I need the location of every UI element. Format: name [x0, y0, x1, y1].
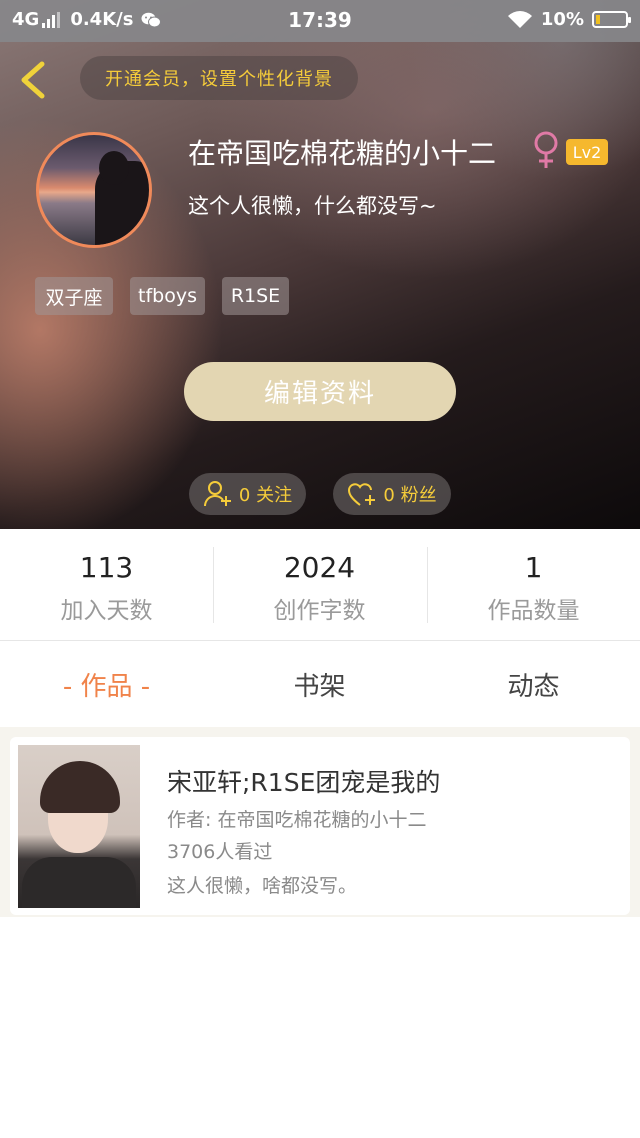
edit-profile-button[interactable]: 编辑资料 — [184, 362, 456, 421]
avatar[interactable] — [36, 132, 152, 248]
female-icon — [530, 130, 562, 170]
stat-value: 2024 — [283, 551, 356, 584]
stat-word-count: 2024 创作字数 — [213, 529, 426, 640]
chevron-left-icon — [21, 61, 45, 99]
stat-works-count: 1 作品数量 — [427, 529, 640, 640]
tag-0[interactable]: 双子座 — [35, 277, 113, 315]
tab-activity[interactable]: 动态 — [427, 641, 640, 727]
stat-label: 加入天数 — [60, 598, 153, 624]
fans-count: 0 粉丝 — [383, 485, 437, 506]
fans-button[interactable]: 0 粉丝 — [333, 473, 451, 515]
tag-1[interactable]: tfboys — [130, 277, 205, 315]
tag-2[interactable]: R1SE — [222, 277, 289, 315]
wifi-icon — [507, 10, 533, 29]
following-button[interactable]: 0 关注 — [189, 473, 306, 515]
stat-value: 1 — [524, 551, 543, 584]
profile-header: 4G 0.4K/s 17:39 10% 开通会员，设置个性化背景 在帝国吃棉花糖… — [0, 0, 640, 529]
level-badge: Lv2 — [566, 139, 608, 165]
tab-works[interactable]: - 作品 - — [0, 641, 213, 727]
battery-percent: 10% — [540, 9, 584, 30]
stats-bar: 113 加入天数 2024 创作字数 1 作品数量 — [0, 529, 640, 641]
username: 在帝国吃棉花糖的小十二 — [188, 137, 497, 170]
work-card[interactable]: 宋亚轩;R1SE团宠是我的 作者: 在帝国吃棉花糖的小十二 3706人看过 这人… — [10, 737, 630, 915]
add-user-icon — [203, 481, 231, 507]
back-button[interactable] — [14, 58, 54, 102]
stat-join-days: 113 加入天数 — [0, 529, 213, 640]
work-author: 作者: 在帝国吃棉花糖的小十二 — [167, 809, 427, 831]
bio-text: 这个人很懒，什么都没写~ — [188, 194, 437, 218]
stat-label: 作品数量 — [487, 598, 580, 624]
stat-value: 113 — [79, 551, 134, 584]
tab-bookshelf[interactable]: 书架 — [213, 641, 426, 727]
heart-plus-icon — [348, 483, 376, 506]
battery-icon — [592, 11, 631, 28]
stat-label: 创作字数 — [273, 598, 366, 624]
following-count: 0 关注 — [238, 485, 293, 506]
tab-bar: - 作品 - 书架 动态 — [0, 641, 640, 727]
work-title: 宋亚轩;R1SE团宠是我的 — [167, 768, 441, 797]
work-intro: 这人很懒，啥都没写。 — [167, 875, 358, 897]
vip-background-button[interactable]: 开通会员，设置个性化背景 — [80, 56, 358, 100]
book-cover-image — [18, 745, 140, 908]
work-views: 3706人看过 — [167, 841, 273, 863]
status-bar: 4G 0.4K/s 17:39 10% — [0, 0, 640, 42]
